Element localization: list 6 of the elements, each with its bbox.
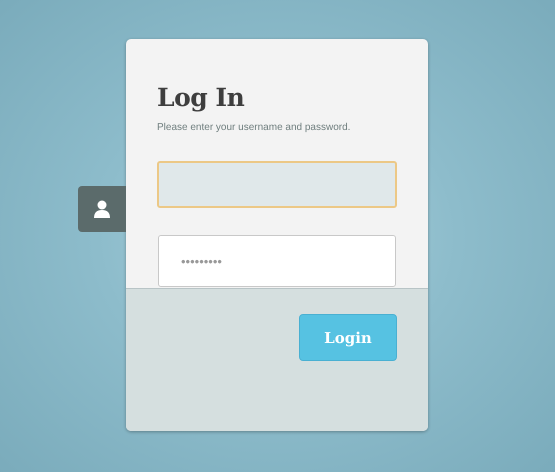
login-title: Log In [157, 83, 244, 112]
instruction-text: Please enter your username and password. [157, 122, 350, 133]
user-icon [94, 200, 110, 218]
username-field[interactable] [157, 161, 397, 208]
login-button[interactable]: Login [299, 314, 397, 361]
password-field[interactable]: ••••••••• [158, 235, 396, 287]
